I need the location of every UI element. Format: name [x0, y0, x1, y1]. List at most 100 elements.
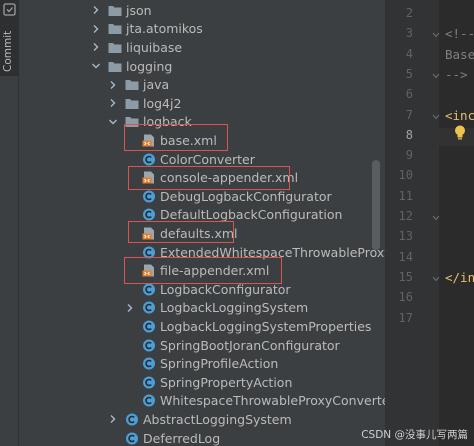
- tree-item-springbootjoranconfigurator[interactable]: SpringBootJoranConfigurator: [19, 336, 385, 355]
- folder-icon: [108, 5, 122, 16]
- tree-item-label: java: [143, 77, 170, 93]
- tree-item-abstractloggingsystem[interactable]: AbstractLoggingSystem: [19, 410, 385, 429]
- tree-item-label: LogbackLoggingSystemProperties: [160, 318, 372, 334]
- tree-item-label: DebugLogbackConfigurator: [160, 188, 332, 204]
- tree-toggle[interactable]: [124, 302, 136, 314]
- tree-toggle[interactable]: [90, 60, 102, 72]
- tree-item-label: LogbackConfigurator: [160, 281, 291, 297]
- highlight-base-xml: [124, 124, 228, 151]
- class-icon: [126, 413, 138, 426]
- tree-item-logbackloggingsystem[interactable]: LogbackLoggingSystem: [19, 299, 385, 318]
- line-number: 9: [405, 148, 413, 163]
- tree-item-label: json: [126, 2, 152, 18]
- line-number: 12: [398, 209, 413, 223]
- line-number: 5: [405, 66, 413, 81]
- tree-item-icon: [142, 190, 156, 203]
- tree-item-log4j2[interactable]: log4j2: [19, 94, 385, 113]
- tree-toggle[interactable]: [107, 97, 119, 109]
- code-line: <!--: [445, 26, 474, 42]
- class-icon: [143, 283, 155, 296]
- tree-item-jta-atomikos[interactable]: jta.atomikos: [19, 20, 385, 39]
- line-number: 8: [405, 127, 413, 142]
- tree-item-icon: [125, 97, 139, 110]
- tree-item-logging[interactable]: logging: [19, 57, 385, 76]
- tree-item-label: SpringBootJoranConfigurator: [160, 337, 340, 353]
- line-number: 10: [398, 168, 413, 183]
- tree-scrollbar[interactable]: [372, 160, 380, 250]
- tree-item-springprofileaction[interactable]: SpringProfileAction: [19, 354, 385, 373]
- class-icon: [143, 357, 155, 370]
- highlight-console-appender-xml: [128, 166, 290, 190]
- tree-item-icon: [142, 357, 156, 370]
- class-icon: [143, 301, 155, 314]
- class-icon: [143, 339, 155, 352]
- tree-item-logbackloggingsystemproperties[interactable]: LogbackLoggingSystemProperties: [19, 317, 385, 336]
- tree-scrollbar-thumb[interactable]: [372, 160, 380, 250]
- tree-item-java[interactable]: java: [19, 75, 385, 94]
- line-number: 11: [398, 188, 413, 203]
- code-line: <inc: [445, 107, 474, 123]
- lightbulb-icon[interactable]: [453, 124, 467, 142]
- tree-item-icon: [142, 376, 156, 389]
- watermark: CSDN @没事儿写两篇: [361, 429, 468, 441]
- class-icon: [143, 208, 155, 221]
- tree-item-json[interactable]: json: [19, 1, 385, 20]
- tree-item-icon: [108, 41, 122, 54]
- tree-item-icon: [125, 413, 139, 426]
- line-number: 4: [405, 46, 413, 61]
- tree-item-label: liquibase: [126, 39, 183, 55]
- chevron-right-icon[interactable]: [90, 23, 102, 35]
- class-icon: [143, 394, 155, 407]
- tree-item-icon: [108, 4, 122, 17]
- chevron-right-icon[interactable]: [107, 79, 119, 91]
- line-number: 13: [398, 229, 413, 244]
- tree-item-liquibase[interactable]: liquibase: [19, 38, 385, 57]
- tree-item-label: jta.atomikos: [126, 21, 203, 37]
- tree-item-icon: [142, 339, 156, 352]
- commit-tool-tab[interactable]: Commit: [0, 0, 19, 76]
- tree-toggle[interactable]: [107, 79, 119, 91]
- tree-item-label: DeferredLog: [143, 430, 221, 446]
- tree-item-label: SpringProfileAction: [160, 356, 279, 372]
- chevron-right-icon[interactable]: [124, 302, 136, 314]
- tree-item-springpropertyaction[interactable]: SpringPropertyAction: [19, 373, 385, 392]
- chevron-down-icon[interactable]: [107, 116, 119, 128]
- tree-item-label: logging: [126, 58, 173, 74]
- xml-editor[interactable]: <!-- Base --> <inc </in: [439, 0, 474, 446]
- chevron-right-icon[interactable]: [107, 413, 119, 425]
- chevron-right-icon[interactable]: [90, 41, 102, 53]
- tree-item-deferredlog[interactable]: DeferredLog: [19, 429, 385, 446]
- tree-toggle[interactable]: [90, 4, 102, 16]
- tree-toggle[interactable]: [90, 23, 102, 35]
- folder-icon: [125, 98, 139, 109]
- line-number: 3: [405, 26, 413, 41]
- line-number: 15: [398, 269, 413, 284]
- chevron-down-icon[interactable]: [90, 60, 102, 72]
- code-line: -->: [445, 66, 468, 82]
- code-line: Base: [445, 46, 474, 62]
- chevron-right-icon[interactable]: [90, 4, 102, 16]
- tree-item-icon: [142, 394, 156, 407]
- chevron-right-icon[interactable]: [107, 97, 119, 109]
- line-number: 6: [405, 87, 413, 102]
- tree-item-label: ColorConverter: [160, 151, 255, 167]
- tree-item-icon: [142, 301, 156, 314]
- class-icon: [126, 432, 138, 445]
- tree-toggle[interactable]: [107, 116, 119, 128]
- folder-icon: [108, 42, 122, 53]
- folder-icon: [108, 61, 122, 72]
- tree-item-whitespacethrowableproxyconverter[interactable]: WhitespaceThrowableProxyConverter: [19, 392, 385, 411]
- highlight-defaults-xml: [128, 221, 234, 243]
- tree-item-label: LogbackLoggingSystem: [160, 300, 309, 316]
- tree-item-icon: [108, 60, 122, 73]
- commit-icon: [3, 3, 16, 16]
- tree-item-label: SpringPropertyAction: [160, 374, 293, 390]
- tree-item-icon: [142, 283, 156, 296]
- line-number: 2: [405, 6, 413, 20]
- code-line: </in: [445, 269, 474, 285]
- tree-toggle[interactable]: [90, 41, 102, 53]
- tree-item-icon: [142, 208, 156, 221]
- tree-item-icon: [125, 78, 139, 91]
- class-icon: [143, 376, 155, 389]
- tree-toggle[interactable]: [107, 413, 119, 425]
